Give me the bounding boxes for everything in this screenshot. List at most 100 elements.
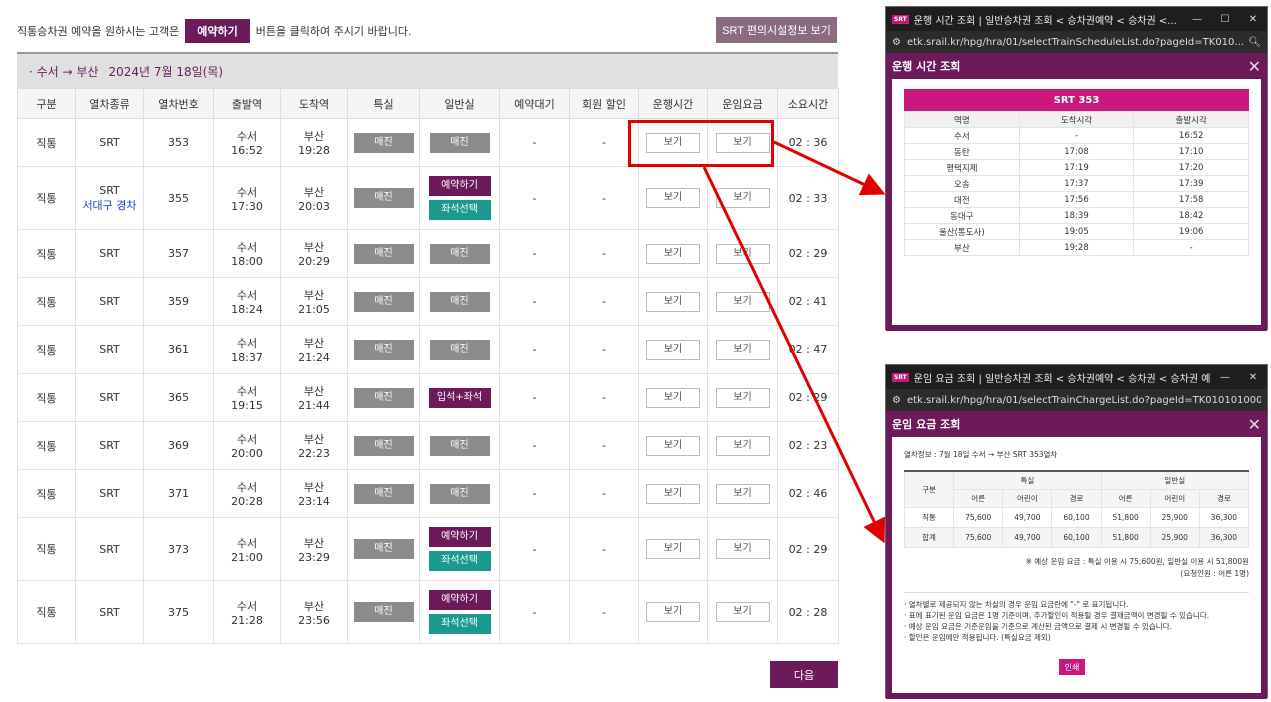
fare-note: · 예상 운임 요금은 기준운임을 기준으로 계산된 금액으로 결제 시 변경될… [904,621,1172,631]
schedule-url-bar: ⚙ etk.srail.kr/hpg/hra/01/selectTrainSch… [886,31,1267,53]
reserve-button[interactable]: 예약하기 [428,176,491,196]
column-header: 소요시간 [777,88,839,119]
fare-url[interactable]: etk.srail.kr/hpg/hra/01/selectTrainCharg… [907,395,1261,406]
fare-value: 36,300 [1198,526,1250,548]
column-header: 예약대기 [499,88,570,119]
fare-summary: ※ 예상 운임 요금 : 특실 이용 시 75,600원, 일반실 이용 시 5… [904,556,1249,580]
column-header: 도착역 [280,88,348,119]
fare-view-button[interactable]: 보기 [715,387,770,408]
first-class-cell: 매진 [347,325,420,374]
member-discount: - [569,166,639,230]
general-class-buttons: 예약하기좌석선택 [420,590,499,634]
seat-select-button[interactable]: 좌석선택 [428,614,491,634]
train-type: 직통 [17,580,76,644]
schedule-popup-window: SRT 운행 시간 조회 | 일반승차권 조회 < 승차권예약 < 승차권 <.… [885,6,1268,331]
fare-view-button[interactable]: 보기 [715,602,770,622]
fare-view-button[interactable]: 보기 [715,291,770,312]
waitlist: - [499,373,570,422]
popup-close-icon[interactable]: ✕ [1248,57,1261,76]
schedule-view-button[interactable]: 보기 [646,387,700,408]
departure-time: 18:24 [231,303,263,316]
srt-logo-icon: SRT [892,14,909,24]
first-class-soldout: 매진 [353,291,414,312]
schedule-view-button[interactable]: 보기 [646,539,700,559]
train-type: 직통 [17,166,76,230]
site-settings-icon[interactable]: ⚙ [892,37,901,48]
fare-view-cell: 보기 [707,277,778,326]
waitlist: - [499,517,570,581]
schedule-view-cell: 보기 [638,469,708,518]
departure-station: 수서 [236,433,258,446]
arrival-station: 부산 [303,481,325,494]
schedule-view-button[interactable]: 보기 [646,188,700,208]
table-row: 직통 SRT 365 수서 19:15 부산 21:44 매진 입석+좌석 - - 보기 보기 02 : … [17,373,839,422]
departure-time: 17:30 [231,199,263,213]
fare-view-button[interactable]: 보기 [715,188,770,208]
stop-row: 오송 17:37 17:39 [904,175,1249,192]
minimize-icon[interactable]: — [1183,14,1211,25]
fare-subcolumn: 경로 [1051,488,1102,508]
schedule-view-cell: 보기 [638,421,708,470]
column-header: 열차종류 [75,88,144,119]
fare-value: 51,800 [1100,506,1151,528]
facility-info-button[interactable]: SRT 편의시설정보 보기 [716,17,837,43]
waitlist: - [499,421,570,470]
arrival-time: 20:03 [298,199,330,213]
arrival-station: 부산 [303,536,325,550]
fare-view-button[interactable]: 보기 [715,539,770,559]
arrival-time: 22:23 [298,447,330,460]
arrival-time: 23:56 [298,613,330,627]
schedule-view-cell: 보기 [638,166,708,230]
maximize-icon[interactable]: ☐ [1211,14,1239,25]
general-class-buttons: 매진 [420,483,499,504]
seat-select-button[interactable]: 좌석선택 [428,551,491,571]
table-row: 직통 SRT 353 수서 16:52 부산 19:28 매진 매진 - - 보기 보기 02 : 36 [17,118,839,167]
departure-cell: 수서 20:28 [213,469,281,518]
table-row: 직통 SRT 359 수서 18:24 부산 21:05 매진 매진 - - 보기 보기 02 : 41 [17,277,839,326]
reserve-button[interactable]: 예약하기 [428,527,491,547]
print-button[interactable]: 인쇄 [1059,659,1085,675]
duration: 02 : 29 [777,229,839,278]
close-icon[interactable]: ✕ [1239,14,1267,25]
departure-station: 수서 [236,599,258,613]
standing-seat-button[interactable]: 입석+좌석 [428,387,491,408]
fare-view-cell: 보기 [707,325,778,374]
schedule-view-button[interactable]: 보기 [646,132,700,153]
schedule-url[interactable]: etk.srail.kr/hpg/hra/01/selectTrainSched… [907,37,1248,48]
schedule-view-button[interactable]: 보기 [646,291,700,312]
fare-view-button[interactable]: 보기 [715,339,770,360]
seat-select-button[interactable]: 좌석선택 [428,200,491,220]
stops-column-header: 도착시각 [1018,111,1135,128]
departure-cell: 수서 18:24 [213,277,281,326]
site-settings-icon[interactable]: ⚙ [892,395,901,406]
first-class-cell: 매진 [347,421,420,470]
train-kind-cell: SRT [75,469,144,518]
schedule-view-button[interactable]: 보기 [646,435,700,456]
fare-view-button[interactable]: 보기 [715,435,770,456]
close-icon[interactable]: ✕ [1239,372,1267,383]
minimize-icon[interactable]: — [1211,372,1239,383]
member-discount: - [569,373,639,422]
fare-notes: · 열차별로 제공되지 않는 차실의 경우 운임 요금란에 "-" 로 표기됩니… [904,591,1249,643]
general-class-cell: 예약하기좌석선택 [419,580,500,644]
schedule-view-button[interactable]: 보기 [646,483,700,504]
schedule-view-button[interactable]: 보기 [646,339,700,360]
stop-departure: 19:06 [1133,223,1249,240]
train-type: 직통 [17,229,76,278]
route-path: · 수서 → 부산 [29,64,99,79]
schedule-view-button[interactable]: 보기 [646,602,700,622]
schedule-view-button[interactable]: 보기 [646,243,700,264]
fare-view-button[interactable]: 보기 [715,243,770,264]
next-page-button[interactable]: 다음 [770,661,838,688]
zoom-icon[interactable]: 🔍︎ [1248,37,1261,48]
fare-view-button[interactable]: 보기 [715,483,770,504]
reserve-button[interactable]: 예약하기 [428,590,491,610]
stop-departure: 17:20 [1133,159,1249,176]
member-discount: - [569,229,639,278]
popup-close-icon[interactable]: ✕ [1248,415,1261,434]
fare-summary-line2: (요청인원 : 어른 1명) [1180,568,1249,578]
fare-row: 합계 75,600 49,700 60,100 51,800 25,900 36,300 [903,526,1250,548]
fare-view-button[interactable]: 보기 [715,132,770,153]
waitlist: - [499,469,570,518]
duration: 02 : 23 [777,421,839,470]
